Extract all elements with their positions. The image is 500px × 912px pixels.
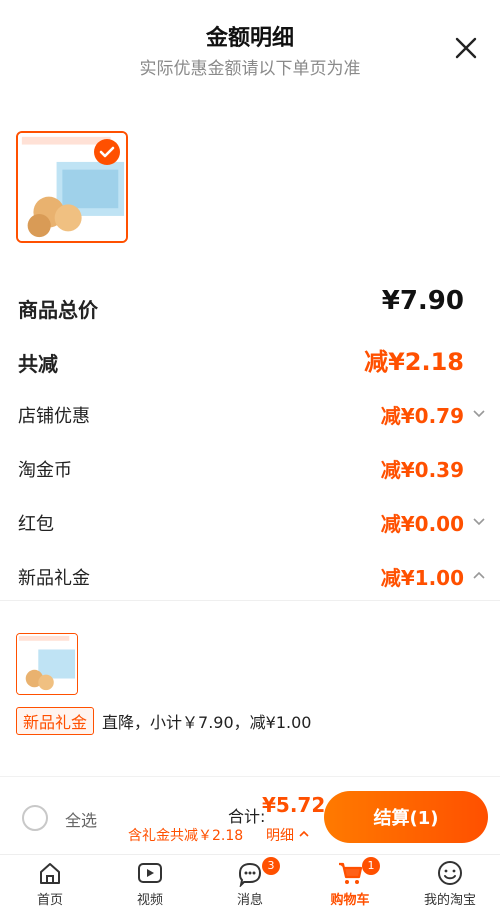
total-price-value: ¥7.90 [381,286,464,316]
detail-label: 明细 [266,828,294,844]
tab-label: 我的淘宝 [423,893,476,908]
sum-label: 合计: [228,807,266,826]
total-discount-label: 共减 [18,352,58,376]
discount-label: 店铺优惠 [18,406,90,427]
discount-value: 减¥0.00 [380,512,464,536]
tab-bar: 首页 视频 3 消息 1 购物车 我的淘宝 [0,854,500,912]
total-price-row: 商品总价 ¥7.90 [0,286,500,326]
discount-value: 减¥0.79 [380,404,464,428]
product-image[interactable] [16,131,128,243]
message-badge: 3 [262,857,280,875]
discount-row-coins: 淘金币 减¥0.39 [0,448,500,488]
discount-row-store[interactable]: 店铺优惠 减¥0.79 [0,394,500,434]
chevron-down-icon [473,518,485,526]
section-divider [0,600,500,601]
gift-line: 新品礼金 直降，小计￥7.90，减¥1.00 [16,707,312,735]
close-icon[interactable] [454,36,478,60]
profile-icon [438,861,462,885]
discount-value: 减¥0.39 [380,458,464,482]
page-subtitle: 实际优惠金额请以下单页为准 [139,59,361,79]
discount-value: 减¥1.00 [380,566,464,590]
gift-product-image [16,633,78,695]
tab-label: 首页 [36,893,63,908]
tab-profile[interactable]: 我的淘宝 [400,859,500,912]
checkout-bar: 全选 合计: ¥5.72 含礼金共减￥2.18 明细 结算(1) [0,776,500,854]
gift-tag: 新品礼金 [16,707,95,735]
discount-label: 红包 [18,514,54,535]
chevron-up-icon [473,571,485,579]
cart-badge: 1 [362,857,380,875]
page-title: 金额明细 [205,26,294,51]
select-all-radio[interactable] [22,805,48,831]
gift-product-illustration [17,634,77,694]
tab-home[interactable]: 首页 [0,859,100,912]
cart-icon [339,862,363,884]
tab-video[interactable]: 视频 [100,859,200,912]
total-price-label: 商品总价 [18,298,98,322]
select-all-label[interactable]: 全选 [65,807,97,831]
tab-label: 消息 [236,893,263,908]
detail-header: 金额明细 实际优惠金额请以下单页为准 [0,0,500,100]
selected-check-icon [94,139,120,165]
chevron-up-icon [299,830,310,837]
total-discount-value: 减¥2.18 [364,348,464,376]
total-discount-row: 共减 减¥2.18 [0,340,500,380]
discount-row-redpacket[interactable]: 红包 减¥0.00 [0,502,500,542]
included-discount: 含礼金共减￥2.18 [128,828,244,844]
gift-text: 直降，小计￥7.90，减¥1.00 [102,713,312,732]
home-icon [40,863,60,884]
detail-link[interactable]: 明细 [266,825,310,845]
message-icon [238,862,262,887]
tab-label: 视频 [136,893,163,908]
tab-label: 购物车 [330,893,370,908]
tab-messages[interactable]: 3 消息 [200,857,300,912]
tab-cart[interactable]: 1 购物车 [300,857,400,912]
sum-value: ¥5.72 [262,793,326,817]
checkout-button[interactable]: 结算(1) [324,791,488,843]
chevron-down-icon [473,410,485,418]
video-icon [138,863,162,883]
discount-label: 新品礼金 [18,568,90,589]
discount-row-newgift[interactable]: 新品礼金 减¥1.00 [0,556,500,596]
discount-label: 淘金币 [18,460,72,481]
